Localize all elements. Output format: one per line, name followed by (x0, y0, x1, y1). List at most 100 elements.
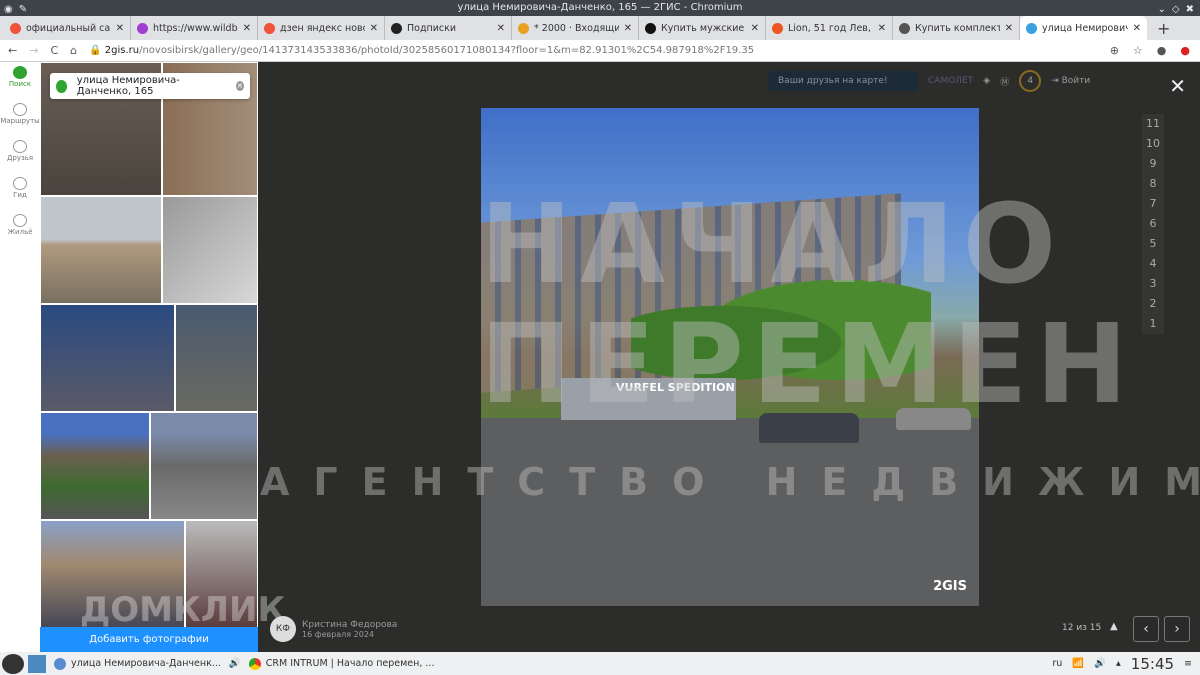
photo-author[interactable]: КФ Кристина Федорова 16 февраля 2024 (270, 616, 397, 642)
profile-icon[interactable]: ● (1157, 44, 1167, 57)
close-viewer-icon[interactable]: ✕ (1169, 74, 1186, 98)
floor-button[interactable]: 6 (1142, 214, 1164, 234)
zoom-icon[interactable]: ⊕ (1110, 44, 1119, 57)
tab[interactable]: Lion, 51 год Лев, Росси ✕ (766, 16, 893, 40)
gallery-photo[interactable] (40, 304, 175, 412)
login-button[interactable]: ⇥ Войти (1051, 76, 1090, 86)
close-tab-icon[interactable]: ✕ (116, 23, 124, 34)
close-tab-icon[interactable]: ✕ (497, 23, 505, 34)
taskbar-item[interactable]: улица Немировича-Данченк... (46, 657, 229, 670)
gallery-photo[interactable] (150, 412, 258, 520)
url-input[interactable]: 🔒 2gis.ru/novosibirsk/gallery/geo/141373… (89, 45, 1098, 56)
add-photos-button[interactable]: Добавить фотографии (40, 627, 258, 652)
reload-icon[interactable]: C (50, 44, 58, 57)
favicon-icon (137, 22, 148, 34)
sidebar-item[interactable]: Маршруты (0, 99, 40, 136)
menu-icon[interactable]: ≡ (1184, 658, 1192, 669)
tab-title: Lion, 51 год Лев, Росси (788, 22, 873, 34)
sidebar-icon (13, 66, 27, 79)
gallery-photo[interactable] (185, 520, 258, 630)
sidebar-item[interactable]: Гид (0, 173, 40, 210)
close-tab-icon[interactable]: ✕ (243, 23, 251, 34)
forward-icon[interactable]: → (29, 44, 38, 57)
tab[interactable]: дзен яндекс новости ✕ (258, 16, 385, 40)
chrome-icon (248, 657, 261, 670)
tab[interactable]: Купить мужские кофт ✕ (639, 16, 766, 40)
sidebar-item[interactable]: Поиск (0, 62, 40, 99)
favicon-icon (899, 22, 910, 34)
close-tab-icon[interactable]: ✕ (878, 23, 886, 34)
gallery-photo[interactable] (162, 196, 258, 304)
window-titlebar: ◉ ✎ улица Немировича-Данченко, 165 — 2ГИС… (0, 0, 1200, 16)
os-menu-icon[interactable] (2, 653, 24, 674)
network-icon[interactable]: 📶 (1072, 658, 1084, 669)
favicon-icon (772, 22, 783, 34)
close-tab-icon[interactable]: ✕ (751, 23, 759, 34)
floor-button[interactable]: 7 (1142, 194, 1164, 214)
sidebar-icon (13, 140, 27, 153)
floor-button[interactable]: 3 (1142, 274, 1164, 294)
home-icon[interactable]: ⌂ (70, 44, 77, 57)
search-field[interactable]: улица Немировича-Данченко, 165 × (50, 73, 250, 99)
speaker-icon[interactable]: 🔊 (229, 658, 241, 669)
clear-search-icon[interactable]: × (235, 81, 244, 91)
gallery-photo[interactable] (40, 412, 150, 520)
photo-gallery (40, 62, 258, 652)
search-value: улица Немировича-Данченко, 165 (76, 75, 180, 97)
tab[interactable]: Купить комплект r27 ✕ (893, 16, 1020, 40)
gallery-photo[interactable] (40, 196, 162, 304)
floor-button[interactable]: 2 (1142, 294, 1164, 314)
tab[interactable]: https://www.wildberries ✕ (131, 16, 258, 40)
tab[interactable]: Подписки ✕ (385, 16, 512, 40)
report-warning-icon[interactable]: ▲ (1110, 621, 1118, 632)
floor-button[interactable]: 8 (1142, 174, 1164, 194)
metro-icon[interactable]: Ⓜ (1000, 75, 1009, 88)
close-tab-icon[interactable]: ✕ (624, 23, 632, 34)
floor-button[interactable]: 10 (1142, 134, 1164, 154)
keyboard-layout[interactable]: ru (1052, 658, 1062, 669)
volume-icon[interactable]: 🔊 (1094, 658, 1106, 669)
2gis-logo: 2GIS (933, 579, 967, 594)
gallery-photo[interactable] (40, 520, 185, 630)
sidebar-item[interactable]: Жильё (0, 210, 40, 247)
main-photo: VURFEL SPEDITION 2GIS (481, 108, 979, 606)
floor-button[interactable]: 9 (1142, 154, 1164, 174)
close-tab-icon[interactable]: ✕ (1005, 23, 1013, 34)
favicon-icon (518, 22, 529, 34)
layers-icon[interactable]: ◈ (983, 76, 990, 86)
tab[interactable]: официальный сайт м ✕ (4, 16, 131, 40)
gallery-photo[interactable] (175, 304, 258, 412)
tab-title: улица Немировича-Д (1042, 22, 1128, 34)
tab[interactable]: улица Немировича-Д ✕ (1020, 16, 1147, 40)
favicon-icon (10, 22, 21, 34)
prev-photo-button[interactable]: ‹ (1133, 616, 1159, 642)
friends-banner[interactable]: Ваши друзья на карте! (768, 71, 918, 91)
back-icon[interactable]: ← (8, 44, 17, 57)
floor-button[interactable]: 1 (1142, 314, 1164, 334)
close-tab-icon[interactable]: ✕ (1133, 23, 1141, 34)
close-tab-icon[interactable]: ✕ (370, 23, 378, 34)
next-photo-button[interactable]: › (1164, 616, 1190, 642)
new-tab-button[interactable]: + (1147, 19, 1170, 38)
avatar: КФ (270, 616, 296, 642)
floor-button[interactable]: 4 (1142, 254, 1164, 274)
taskbar-item[interactable]: CRM INTRUM | Начало перемен, ... (241, 657, 443, 670)
tray-expand-icon[interactable]: ▴ (1116, 658, 1121, 669)
sidebar-icon (13, 103, 27, 116)
samolet-brand[interactable]: САМОЛЕТ (928, 76, 973, 86)
floor-button[interactable]: 11 (1142, 114, 1164, 134)
traffic-badge[interactable]: 4 (1019, 70, 1042, 92)
tab-title: официальный сайт м (26, 22, 111, 34)
tab[interactable]: * 2000 · Входящие — Я ✕ (512, 16, 639, 40)
clock[interactable]: 15:45 (1131, 655, 1174, 673)
opera-extension-icon[interactable]: ● (1180, 44, 1190, 57)
tab-title: Купить комплект r27 (915, 22, 1000, 34)
floor-button[interactable]: 5 (1142, 234, 1164, 254)
desktop-pager[interactable] (28, 654, 46, 673)
bookmark-star-icon[interactable]: ☆ (1133, 44, 1143, 57)
sidebar-item[interactable]: Друзья (0, 136, 40, 173)
favicon-icon (391, 22, 402, 34)
location-pin-icon (56, 79, 67, 93)
favicon-icon (1026, 22, 1037, 34)
taskbar: улица Немировича-Данченк... 🔊 CRM INTRUM… (0, 652, 1200, 675)
